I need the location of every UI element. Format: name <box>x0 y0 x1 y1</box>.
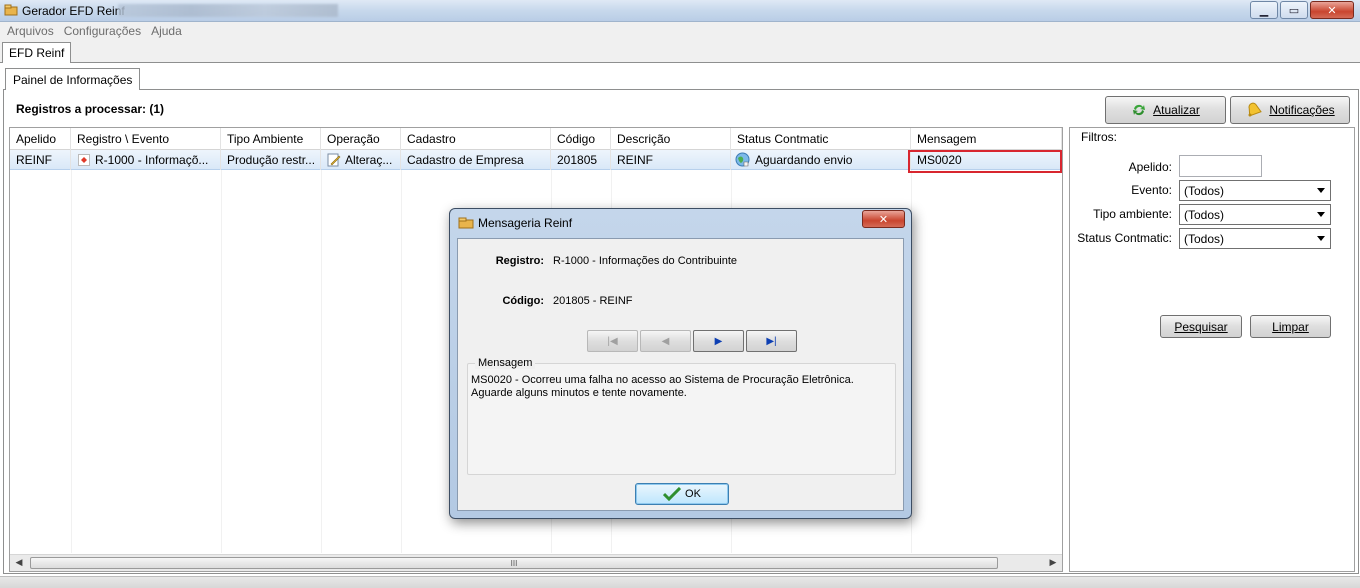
col-registro[interactable]: Registro \ Evento <box>71 128 221 150</box>
filters-legend: Filtros: <box>1078 130 1120 144</box>
ok-button[interactable]: OK <box>635 483 729 505</box>
cell-operacao-text: Alteraç... <box>345 153 393 167</box>
first-icon: |◀ <box>607 335 618 347</box>
checkmark-icon <box>663 487 682 501</box>
col-apelido[interactable]: Apelido <box>10 128 71 150</box>
next-record-button[interactable]: ▶ <box>693 330 744 352</box>
evento-label: Evento: <box>1131 183 1172 197</box>
apelido-input[interactable] <box>1179 155 1262 177</box>
codigo-value: 201805 - REINF <box>553 295 633 307</box>
dialog-close-button[interactable]: ✕ <box>862 210 905 228</box>
col-operacao[interactable]: Operação <box>321 128 401 150</box>
menu-configuracoes[interactable]: Configurações <box>59 22 146 41</box>
title-bar: Gerador EFD Reinf ▁ ▭ ✕ <box>0 0 1360 22</box>
menu-arquivos[interactable]: Arquivos <box>2 22 59 41</box>
app-icon <box>458 217 474 229</box>
cell-status-text: Aguardando envio <box>755 153 853 167</box>
evento-select[interactable]: (Todos) <box>1179 180 1331 201</box>
dialog-body: Registro: R-1000 - Informações do Contri… <box>457 238 904 511</box>
chevron-down-icon <box>1317 236 1325 241</box>
bell-icon <box>1248 102 1263 117</box>
status-globe-icon <box>735 152 750 167</box>
tipo-ambiente-select-value: (Todos) <box>1184 208 1225 222</box>
event-icon <box>78 154 90 166</box>
title-redacted <box>118 4 338 17</box>
col-tipo-ambiente[interactable]: Tipo Ambiente <box>221 128 321 150</box>
col-descricao[interactable]: Descrição <box>611 128 731 150</box>
records-count-label: Registros a processar: (1) <box>16 102 165 116</box>
scroll-left-icon[interactable]: ◀ <box>12 557 26 568</box>
first-record-button[interactable]: |◀ <box>587 330 638 352</box>
minimize-button[interactable]: ▁ <box>1250 1 1278 19</box>
maximize-button[interactable]: ▭ <box>1280 1 1308 19</box>
cell-cadastro: Cadastro de Empresa <box>401 150 551 170</box>
clear-button[interactable]: Limpar <box>1250 315 1331 338</box>
ok-button-label: OK <box>685 488 701 500</box>
scroll-grip: III <box>510 558 518 568</box>
col-mensagem[interactable]: Mensagem <box>911 128 1062 150</box>
window-title: Gerador EFD Reinf <box>22 4 125 18</box>
col-cadastro[interactable]: Cadastro <box>401 128 551 150</box>
previous-record-button[interactable]: ◀ <box>640 330 691 352</box>
col-status[interactable]: Status Contmatic <box>731 128 911 150</box>
horizontal-scrollbar[interactable]: ◀ III ▶ <box>10 554 1062 571</box>
tab-efd-reinf[interactable]: EFD Reinf <box>2 42 72 63</box>
refresh-label: Atualizar <box>1153 103 1200 117</box>
mensageria-dialog: Mensageria Reinf ✕ Registro: R-1000 - In… <box>449 208 912 519</box>
scroll-thumb[interactable]: III <box>30 557 998 569</box>
cell-registro: R-1000 - Informaçõ... <box>71 150 221 170</box>
clear-button-label: Limpar <box>1272 319 1309 334</box>
grid-divider <box>401 170 402 553</box>
registro-value: R-1000 - Informações do Contribuinte <box>553 255 738 267</box>
cell-apelido: REINF <box>10 150 71 170</box>
last-record-button[interactable]: ▶| <box>746 330 797 352</box>
message-legend: Mensagem <box>475 357 536 369</box>
message-text: MS0020 - Ocorreu uma falha no acesso ao … <box>471 374 854 399</box>
app-icon <box>4 4 18 16</box>
grid-divider <box>321 170 322 553</box>
evento-select-value: (Todos) <box>1184 184 1225 198</box>
grid-header: Apelido Registro \ Evento Tipo Ambiente … <box>10 128 1062 150</box>
previous-icon: ◀ <box>661 335 670 347</box>
tipo-ambiente-label: Tipo ambiente: <box>1093 207 1172 221</box>
cell-tipo-ambiente: Produção restr... <box>221 150 321 170</box>
chevron-down-icon <box>1317 188 1325 193</box>
menu-bar: Arquivos Configurações Ajuda <box>0 22 1360 41</box>
cell-status: Aguardando envio <box>731 150 911 170</box>
cell-codigo: 201805 <box>551 150 611 170</box>
grid-divider <box>71 170 72 553</box>
tab-painel-informacoes[interactable]: Painel de Informações <box>5 68 141 90</box>
menu-ajuda[interactable]: Ajuda <box>146 22 187 41</box>
registro-label: Registro: <box>495 255 544 267</box>
tipo-ambiente-select[interactable]: (Todos) <box>1179 204 1331 225</box>
search-button-label: Pesquisar <box>1174 319 1228 334</box>
status-bar <box>0 576 1360 588</box>
codigo-label: Código: <box>502 295 544 307</box>
message-highlight <box>908 150 1062 173</box>
grid-divider <box>221 170 222 553</box>
status-contmatic-label: Status Contmatic: <box>1077 231 1172 245</box>
search-button[interactable]: Pesquisar <box>1160 315 1242 338</box>
refresh-button[interactable]: Atualizar <box>1105 96 1226 124</box>
edit-icon <box>327 153 341 167</box>
cell-registro-text: R-1000 - Informaçõ... <box>95 153 209 167</box>
last-icon: ▶| <box>766 335 777 347</box>
notifications-label: Notificações <box>1269 103 1335 117</box>
apelido-label: Apelido: <box>1128 160 1172 174</box>
close-button[interactable]: ✕ <box>1310 1 1354 19</box>
chevron-down-icon <box>1317 212 1325 217</box>
notifications-button[interactable]: Notificações <box>1230 96 1350 124</box>
status-contmatic-select[interactable]: (Todos) <box>1179 228 1331 249</box>
col-codigo[interactable]: Código <box>551 128 611 150</box>
dialog-title: Mensageria Reinf <box>478 216 573 230</box>
scroll-right-icon[interactable]: ▶ <box>1046 557 1060 568</box>
table-row[interactable]: REINF R-1000 - Informaçõ... Produção res… <box>10 150 1062 170</box>
next-icon: ▶ <box>714 335 723 347</box>
refresh-icon <box>1133 104 1146 116</box>
cell-descricao: REINF <box>611 150 731 170</box>
cell-operacao: Alteraç... <box>321 150 401 170</box>
status-contmatic-select-value: (Todos) <box>1184 232 1225 246</box>
